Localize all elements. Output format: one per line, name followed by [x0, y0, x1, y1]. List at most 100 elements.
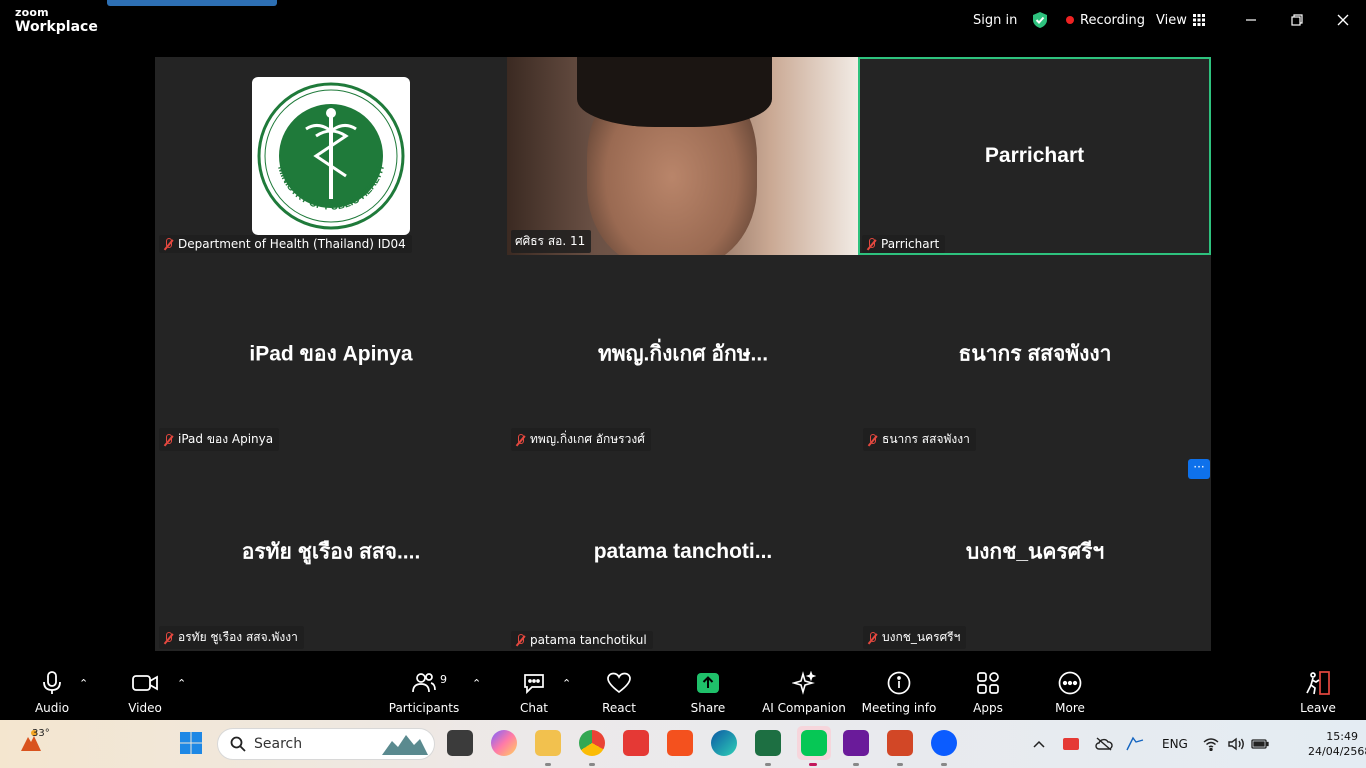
participant-tile-parrichart[interactable]: Parrichart Parrichart [858, 57, 1211, 255]
view-button[interactable]: View [1156, 0, 1205, 40]
apps-icon [977, 672, 999, 694]
anydesk-icon[interactable] [623, 730, 649, 756]
participant-tile-orathai[interactable]: อรทัย ชูเรือง สสจ.... อรทัย ชูเรือง สสจ.… [155, 453, 507, 651]
pen-input-icon[interactable] [1125, 720, 1145, 768]
close-icon[interactable] [1333, 10, 1353, 30]
brand-zoom: zoom [15, 6, 49, 19]
share-screen-icon [697, 673, 719, 693]
apps-button[interactable]: Apps [971, 661, 1005, 718]
wifi-icon[interactable] [1203, 720, 1219, 768]
system-clock[interactable]: 15:49 24/04/2568 [1308, 729, 1366, 759]
pdf-app-icon[interactable] [843, 730, 869, 756]
participant-label: ทพญ.กิ่งเกศ อักษรวงศ์ [511, 428, 651, 451]
security-shield-icon[interactable] [1031, 0, 1049, 40]
cloud-offline-icon[interactable] [1095, 720, 1113, 768]
leave-button[interactable]: Leave [1300, 661, 1336, 718]
more-button[interactable]: More [1052, 661, 1088, 718]
battery-icon[interactable] [1251, 720, 1269, 768]
participant-name: ธนากร สสจพังงา [882, 432, 970, 446]
sparkle-icon [792, 671, 816, 695]
participant-label: iPad ของ Apinya [159, 428, 280, 451]
muted-mic-icon [867, 433, 877, 446]
restore-icon[interactable] [1287, 10, 1307, 30]
participant-tile-video[interactable]: ศศิธร สอ. 11 [507, 57, 859, 255]
chat-options-chevron-up-icon[interactable]: ⌃ [562, 677, 571, 690]
weather-widget[interactable]: 33° [18, 728, 50, 758]
taskbar-search-box[interactable]: Search [217, 728, 435, 760]
meeting-info-button[interactable]: Meeting info [862, 661, 936, 718]
volume-icon[interactable] [1228, 720, 1246, 768]
grid-icon [1192, 14, 1205, 26]
participant-label: อรทัย ชูเรือง สสจ.พังงา [159, 626, 304, 649]
file-explorer-icon[interactable] [535, 730, 561, 756]
powerpoint-icon[interactable] [887, 730, 913, 756]
participant-display-name: อรทัย ชูเรือง สสจ.... [241, 540, 421, 564]
participant-display-name: Parrichart [984, 144, 1085, 167]
participant-tile-thanakorn[interactable]: ธนากร สสจพังงา ธนากร สสจพังงา [859, 255, 1211, 453]
chat-button[interactable]: Chat [518, 661, 550, 718]
zoom-icon[interactable] [931, 730, 957, 756]
participant-name: ศศิธร สอ. 11 [515, 234, 586, 248]
chat-bubble-icon [524, 674, 544, 694]
file-explorer-running-indicator [545, 763, 551, 766]
react-label: React [602, 701, 636, 715]
participants-label: Participants [388, 701, 460, 715]
participant-tile-kingket[interactable]: ทพญ.กิ่งเกศ อักษ... ทพญ.กิ่งเกศ อักษรวงศ… [507, 255, 859, 453]
audio-label: Audio [34, 701, 70, 715]
line-icon[interactable] [801, 730, 827, 756]
chrome-icon[interactable] [579, 730, 605, 756]
top-drag-strip[interactable] [107, 0, 277, 6]
participant-display-name: patama tanchoti... [593, 540, 773, 563]
chat-label: Chat [519, 701, 549, 715]
audio-button[interactable]: Audio [34, 661, 70, 718]
participant-video-feed [507, 57, 859, 255]
minimize-icon[interactable] [1241, 10, 1261, 30]
muted-mic-icon [163, 631, 173, 644]
sign-in-button[interactable]: Sign in [973, 0, 1017, 40]
participant-tile-department-of-health[interactable]: MINISTRY OF PUBLIC HEALTH Department of … [155, 57, 507, 255]
muted-mic-icon [867, 631, 877, 644]
react-button[interactable]: React [600, 661, 638, 718]
info-icon [887, 671, 911, 695]
share-button[interactable]: Share [690, 661, 726, 718]
video-label: Video [128, 701, 162, 715]
participant-name: iPad ของ Apinya [178, 432, 274, 446]
edge-icon[interactable] [711, 730, 737, 756]
microphone-icon [43, 671, 61, 694]
participant-display-name: iPad ของ Apinya [249, 342, 413, 366]
audio-options-chevron-up-icon[interactable]: ⌃ [79, 677, 88, 690]
search-icon [230, 736, 246, 752]
video-button[interactable]: Video [126, 661, 164, 718]
participant-tile-bongkot[interactable]: บงกช_นครศรีฯ บงกช_นครศรีฯ [859, 453, 1211, 651]
ai-companion-label: AI Companion [762, 701, 846, 715]
leave-label: Leave [1300, 701, 1336, 715]
show-hidden-icons-chevron-up-icon[interactable] [1033, 720, 1045, 768]
participants-options-chevron-up-icon[interactable]: ⌃ [472, 677, 481, 690]
s-app-icon[interactable] [667, 730, 693, 756]
ai-companion-button[interactable]: AI Companion [762, 661, 846, 718]
participants-button[interactable]: Participants [389, 661, 459, 718]
participant-label: Department of Health (Thailand) ID04 [159, 235, 412, 253]
participants-count: 9 [440, 673, 447, 686]
video-options-chevron-up-icon[interactable]: ⌃ [177, 677, 186, 690]
copilot-icon[interactable] [491, 730, 517, 756]
excel-icon[interactable] [755, 730, 781, 756]
participant-tile-ipad-apinya[interactable]: iPad ของ Apinya iPad ของ Apinya [155, 255, 507, 453]
recording-indicator[interactable]: Recording [1066, 0, 1145, 40]
recording-dot-icon [1066, 16, 1074, 24]
windows-start-icon[interactable] [179, 731, 203, 755]
video-camera-icon [132, 675, 158, 691]
temperature: 33° [32, 728, 50, 739]
anydesk-tray-icon[interactable] [1062, 720, 1080, 768]
participant-display-name: บงกช_นครศรีฯ [965, 540, 1105, 564]
participant-label: ธนากร สสจพังงา [863, 428, 976, 451]
language-indicator[interactable]: ENG [1162, 720, 1188, 768]
more-label: More [1055, 701, 1085, 715]
participant-tile-patama[interactable]: patama tanchoti... patama tanchotikul [507, 453, 859, 651]
search-placeholder: Search [254, 736, 303, 752]
task-view-icon[interactable] [447, 730, 473, 756]
title-bar: zoom Workplace Sign in Recording View [0, 0, 1366, 44]
tile-more-options-button[interactable]: ··· [1188, 459, 1210, 479]
participant-hair [577, 57, 772, 127]
participant-name: อรทัย ชูเรือง สสจ.พังงา [178, 630, 298, 644]
